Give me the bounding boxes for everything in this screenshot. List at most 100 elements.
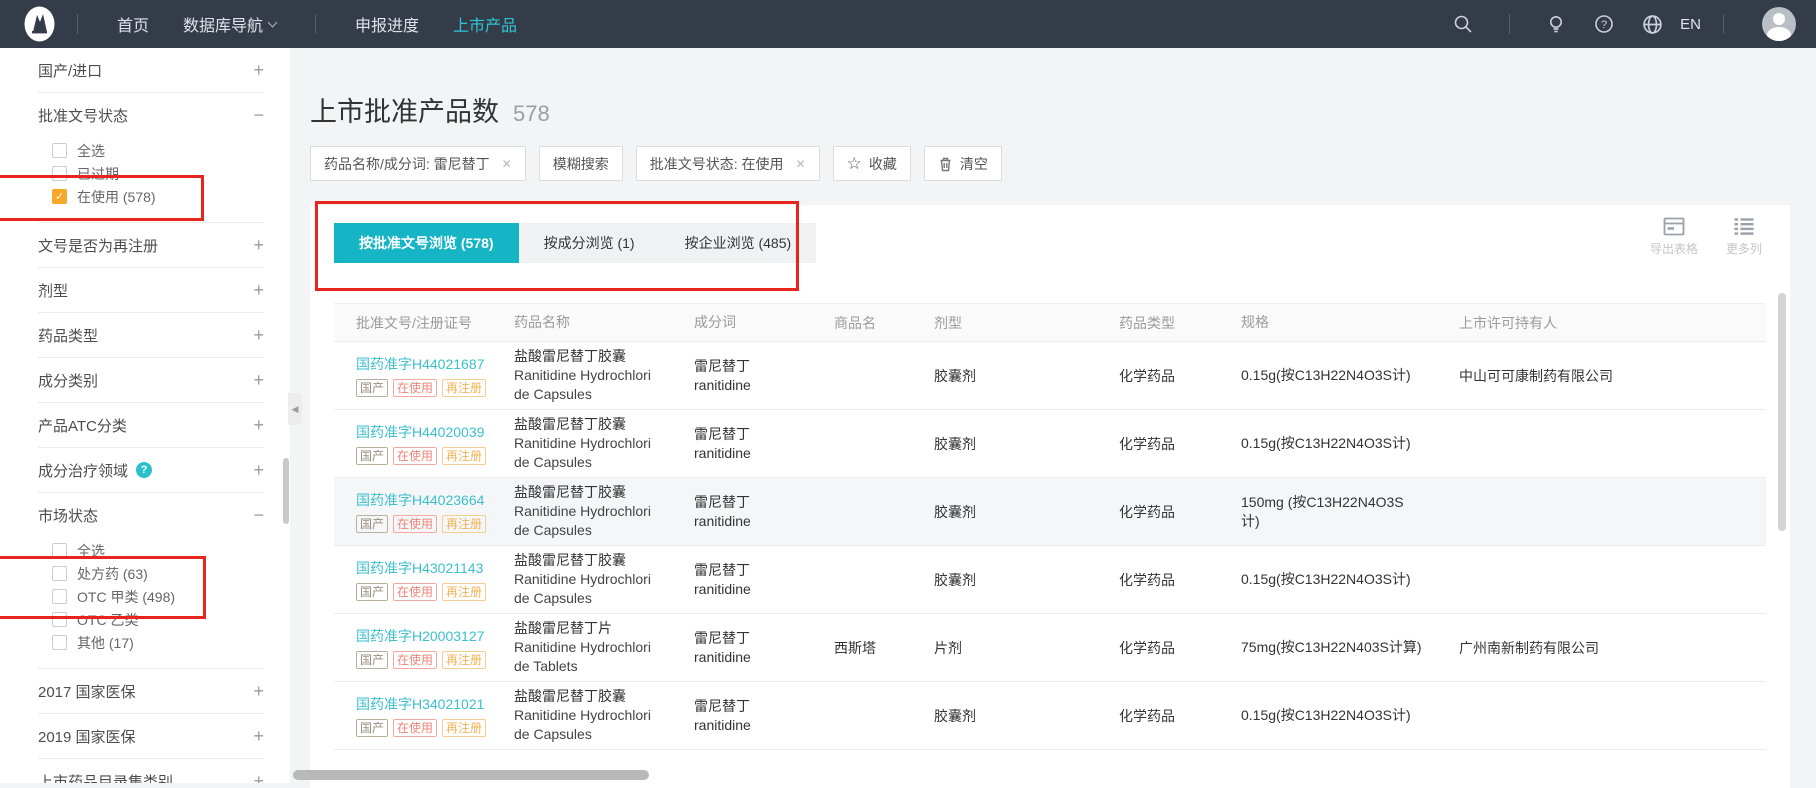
lightbulb-icon[interactable] [1545,13,1567,35]
chip-label: 清空 [960,154,988,174]
cell-approval-number: 国药准字H44021687 国产在使用再注册 [334,354,514,397]
chip-drug-name-filter[interactable]: 药品名称/成分词: 雷尼替丁 ✕ [310,146,526,181]
expand-toggle-icon[interactable]: + [253,61,264,79]
approval-number-link[interactable]: 国药准字H44021687 [356,354,504,374]
help-circle-icon[interactable]: ? [1593,13,1615,35]
expand-toggle-icon[interactable]: + [253,461,264,479]
sidebar-section-title-row[interactable]: 产品ATC分类 + [38,403,264,447]
checkbox[interactable] [52,566,67,581]
sidebar-section-title-row[interactable]: 成分治疗领域 ? + [38,448,264,492]
more-columns-button[interactable]: 更多列 [1726,217,1762,257]
export-table-button[interactable]: 导出表格 [1650,217,1698,257]
expand-toggle-icon[interactable]: + [253,236,264,254]
drug-name-zh: 盐酸雷尼替丁片 [514,619,684,638]
table-header-row: 批准文号/注册证号药品名称成分词商品名剂型药品类型规格上市许可持有人 [334,304,1766,342]
checkbox[interactable] [52,612,67,627]
filter-option[interactable]: ✓ 在使用 (578) [38,185,264,208]
ingredient-en: ranitidine [694,376,824,395]
checkbox[interactable] [52,589,67,604]
cell-drug-name: 盐酸雷尼替丁胶囊 Ranitidine Hydrochlori de Capsu… [514,687,694,744]
sidebar-section-title-row[interactable]: 2017 国家医保 + [38,669,264,713]
expand-toggle-icon[interactable]: + [253,727,264,745]
favorite-button[interactable]: ☆ 收藏 [833,146,911,181]
table-row[interactable]: 国药准字H43021143 国产在使用再注册 盐酸雷尼替丁胶囊 Ranitidi… [334,546,1766,614]
filter-option-label: 处方药 (63) [77,564,148,584]
ingredient-en: ranitidine [694,580,824,599]
sidebar-section-title-row[interactable]: 药品类型 + [38,313,264,357]
sidebar-scrollbar-thumb[interactable] [283,458,289,524]
sidebar-section-title-row[interactable]: 市场状态 − [38,493,264,537]
filter-option[interactable]: 全选 [38,139,264,162]
help-icon[interactable]: ? [136,462,152,478]
nav-item-home[interactable]: 首页 [117,12,149,36]
sidebar-section-title-row[interactable]: 批准文号状态 − [38,93,264,137]
expand-toggle-icon[interactable]: + [253,772,264,783]
filter-option[interactable]: 其他 (17) [38,631,264,654]
checkbox[interactable] [52,143,67,158]
checkbox[interactable] [52,635,67,650]
globe-language-icon[interactable] [1641,13,1663,35]
search-icon[interactable] [1452,13,1474,35]
table-tools: 导出表格 更多列 [1650,217,1762,257]
language-label[interactable]: EN [1680,16,1701,33]
filter-option[interactable]: OTC 乙类 [38,608,264,631]
horizontal-scrollbar-thumb[interactable] [293,770,649,780]
approval-number-link[interactable]: 国药准字H44023664 [356,490,504,510]
expand-toggle-icon[interactable]: + [253,416,264,434]
sidebar-section-label: 剂型 [38,280,68,301]
avatar-head [1773,13,1785,25]
chip-fuzzy-search[interactable]: 模糊搜索 [539,146,623,181]
sidebar-section-title-row[interactable]: 文号是否为再注册 + [38,223,264,267]
drug-name-en: Ranitidine Hydrochlori de Capsules [514,434,684,472]
expand-toggle-icon[interactable]: − [253,506,264,524]
sidebar-section-title-row[interactable]: 2019 国家医保 + [38,714,264,758]
sidebar-collapse-handle[interactable]: ◀ [288,393,302,425]
expand-toggle-icon[interactable]: + [253,371,264,389]
filter-option[interactable]: 处方药 (63) [38,562,264,585]
cell-spec: 0.15g(按C13H22N4O3S计) [1241,366,1459,385]
tab-by-company[interactable]: 按企业浏览 (485) [660,223,817,263]
approval-number-link[interactable]: 国药准字H20003127 [356,626,504,646]
tab-by-ingredient[interactable]: 按成分浏览 (1) [519,223,660,263]
sidebar-section: 文号是否为再注册 + [38,223,264,268]
clear-button[interactable]: 清空 [924,146,1002,181]
sidebar-section-title-row[interactable]: 上市药品目录集类别 + [38,759,264,783]
table-row[interactable]: 国药准字H44021687 国产在使用再注册 盐酸雷尼替丁胶囊 Ranitidi… [334,342,1766,410]
close-icon[interactable]: ✕ [796,157,806,171]
checkbox[interactable] [52,166,67,181]
approval-number-link[interactable]: 国药准字H34021021 [356,694,504,714]
expand-toggle-icon[interactable]: + [253,326,264,344]
nav-item-filing-progress[interactable]: 申报进度 [355,12,419,36]
sidebar-section: 批准文号状态 − 全选 已过期 ✓ 在使用 (578) [38,93,264,223]
cell-drug-type: 化学药品 [1119,434,1241,454]
checkbox[interactable]: ✓ [52,189,67,204]
sidebar-section-title-row[interactable]: 国产/进口 + [38,48,264,92]
sidebar-section-title-row[interactable]: 成分类别 + [38,358,264,402]
export-table-icon [1663,217,1685,236]
logo[interactable] [24,6,55,42]
approval-number-link[interactable]: 国药准字H43021143 [356,558,504,578]
nav-item-marketed-products[interactable]: 上市产品 [453,12,517,36]
table-row[interactable]: 国药准字H44023664 国产在使用再注册 盐酸雷尼替丁胶囊 Ranitidi… [334,478,1766,546]
sidebar-section-title-row[interactable]: 剂型 + [38,268,264,312]
approval-number-link[interactable]: 国药准字H44020039 [356,422,504,442]
user-avatar[interactable] [1762,7,1796,41]
table-row[interactable]: 国药准字H34021021 国产在使用再注册 盐酸雷尼替丁胶囊 Ranitidi… [334,682,1766,750]
chip-approval-status-filter[interactable]: 批准文号状态: 在使用 ✕ [636,146,820,181]
expand-toggle-icon[interactable]: − [253,106,264,124]
svg-text:?: ? [1601,19,1607,31]
ingredient-en: ranitidine [694,512,824,531]
expand-toggle-icon[interactable]: + [253,281,264,299]
expand-toggle-icon[interactable]: + [253,682,264,700]
table-row[interactable]: 国药准字H44020039 国产在使用再注册 盐酸雷尼替丁胶囊 Ranitidi… [334,410,1766,478]
nav-item-database-menu[interactable]: 数据库导航 [183,12,276,36]
filter-option[interactable]: 已过期 [38,162,264,185]
tab-by-approval-number[interactable]: 按批准文号浏览 (578) [334,223,519,263]
filter-option[interactable]: OTC 甲类 (498) [38,585,264,608]
close-icon[interactable]: ✕ [502,157,512,171]
table-row[interactable]: 国药准字H20003127 国产在使用再注册 盐酸雷尼替丁片 Ranitidin… [334,614,1766,682]
vertical-scrollbar-thumb[interactable] [1778,293,1786,531]
sidebar-section: 产品ATC分类 + [38,403,264,448]
filter-option[interactable]: 全选 [38,539,264,562]
checkbox[interactable] [52,543,67,558]
